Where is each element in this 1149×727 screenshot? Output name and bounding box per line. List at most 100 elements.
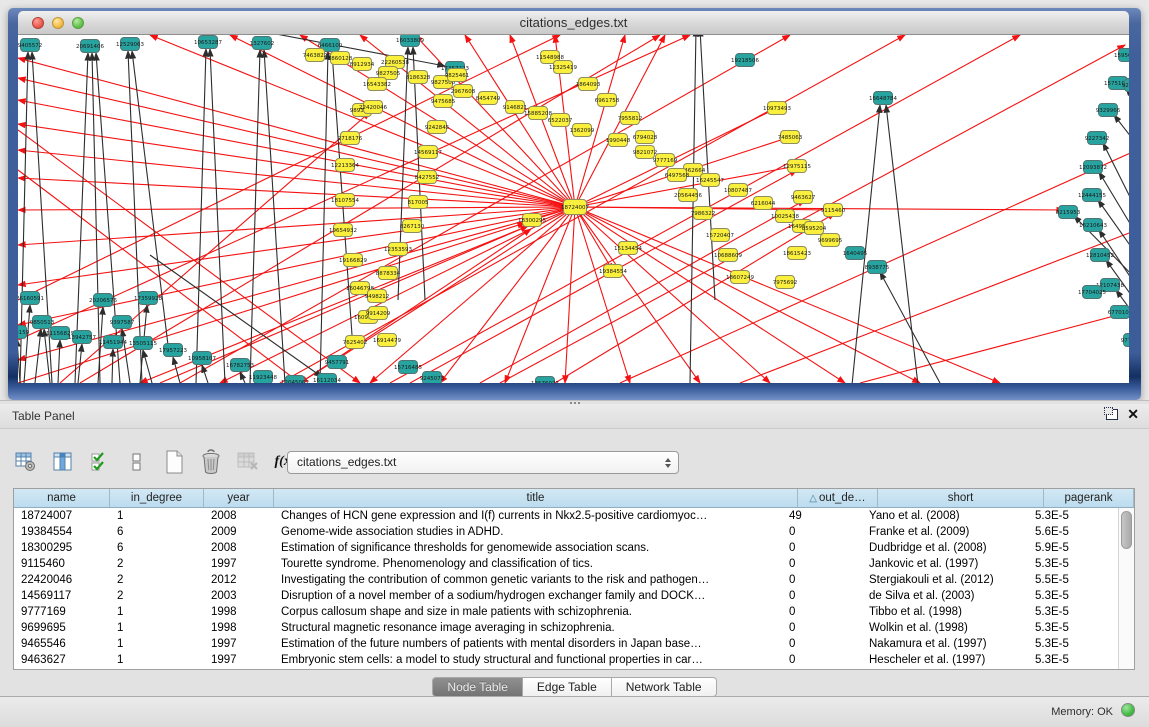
graph-node[interactable]: 12529063	[116, 38, 144, 51]
graph-node[interactable]: 1990448	[606, 134, 631, 147]
graph-node[interactable]: 17957223	[159, 344, 187, 357]
graph-node[interactable]: 15720407	[706, 229, 734, 242]
graph-node[interactable]: 13576077	[531, 377, 559, 384]
table-row[interactable]: 946362711997Embryonic stem cells: a mode…	[14, 652, 1118, 668]
column-header-pagerank[interactable]: pagerank	[1044, 489, 1134, 507]
graph-node[interactable]: 16112034	[313, 374, 341, 384]
graph-node[interactable]: 7463822	[303, 49, 328, 62]
graph-node[interactable]: 9850513	[30, 316, 55, 329]
tab-edge-table[interactable]: Edge Table	[523, 677, 612, 697]
graph-node[interactable]: 9914209	[366, 307, 391, 320]
graph-node[interactable]: 6216044	[751, 197, 776, 210]
column-header-out_de[interactable]: △out_de…	[798, 489, 878, 507]
graph-node[interactable]: 7975692	[773, 276, 798, 289]
graph-node[interactable]: 10688609	[714, 249, 742, 262]
graph-node[interactable]: 9475685	[431, 95, 456, 108]
graph-node[interactable]: 16210643	[1079, 219, 1107, 232]
table-row[interactable]: 1872400712008Changes of HCN gene express…	[14, 508, 1118, 524]
graph-node[interactable]: 15956062	[1114, 49, 1129, 62]
graph-node[interactable]: 19654932	[329, 224, 357, 237]
graph-node[interactable]: 20564456	[674, 189, 702, 202]
citation-network-graph[interactable]: 9405572206914061252906310653287132760264…	[18, 35, 1129, 383]
graph-node[interactable]: 26160591	[18, 292, 44, 305]
graph-node[interactable]: 12353593	[384, 243, 412, 256]
graph-node[interactable]: 12975115	[783, 160, 811, 173]
delete-rows-button[interactable]	[197, 448, 225, 476]
graph-node[interactable]: 1362099	[570, 124, 595, 137]
graph-node[interactable]: 9115460	[821, 204, 846, 217]
graph-node[interactable]: 15134454	[614, 242, 642, 255]
graph-node[interactable]: 9776095	[1121, 334, 1129, 347]
graph-node[interactable]: 8938775	[865, 261, 890, 274]
graph-node[interactable]: 8912934	[350, 58, 375, 71]
graph-node[interactable]: 18607249	[726, 271, 754, 284]
network-selector-dropdown[interactable]: citations_edges.txt	[287, 451, 679, 474]
graph-node[interactable]: 15716485	[394, 361, 422, 374]
graph-node[interactable]: 1327602	[250, 37, 275, 50]
column-header-year[interactable]: year	[204, 489, 274, 507]
graph-node[interactable]: 2967608	[451, 85, 476, 98]
column-header-in_degree[interactable]: in_degree	[110, 489, 204, 507]
tab-node-table[interactable]: Node Table	[432, 677, 523, 697]
graph-node[interactable]: 16543382	[363, 78, 391, 91]
graph-node[interactable]: 6497568	[665, 169, 690, 182]
column-visibility-button[interactable]	[49, 448, 77, 476]
select-all-rows-button[interactable]	[86, 448, 114, 476]
graph-node[interactable]: 8427552	[415, 171, 440, 184]
graph-node[interactable]: 8215953	[1056, 206, 1081, 219]
graph-node[interactable]: 9457791	[325, 356, 350, 369]
graph-node[interactable]: 9242845	[425, 121, 450, 134]
column-header-short[interactable]: short	[878, 489, 1044, 507]
graph-node[interactable]: 9825461	[445, 69, 470, 82]
graph-node[interactable]: 10653287	[194, 36, 222, 49]
graph-node[interactable]: 8595204	[802, 222, 827, 235]
graph-node[interactable]: 8186328	[406, 71, 431, 84]
graph-node[interactable]: 7485063	[778, 131, 803, 144]
scrollbar-thumb[interactable]	[1121, 511, 1132, 549]
graph-node[interactable]: 13942757	[68, 331, 96, 344]
graph-node[interactable]: 19166829	[339, 254, 367, 267]
graph-node[interactable]: 9227342	[1085, 132, 1110, 145]
graph-node[interactable]: 9329966	[1096, 104, 1121, 117]
graph-node[interactable]: 16648784	[869, 92, 897, 105]
graph-node[interactable]: 9699695	[818, 234, 843, 247]
graph-node[interactable]: 16914479	[373, 334, 401, 347]
graph-node[interactable]: 12444155	[1078, 189, 1106, 202]
graph-node[interactable]: 6770103	[1108, 306, 1129, 319]
graph-node[interactable]: 9777169	[653, 154, 678, 167]
graph-node[interactable]: 9463627	[791, 191, 816, 204]
vertical-scrollbar[interactable]	[1118, 508, 1134, 669]
graph-node[interactable]: 6961758	[595, 94, 620, 107]
table-settings-button[interactable]	[12, 448, 40, 476]
graph-node[interactable]: 7625402	[343, 336, 368, 349]
graph-node[interactable]: 8878334	[376, 267, 401, 280]
row-height-button[interactable]	[123, 448, 151, 476]
table-row[interactable]: 1938455462009Genome-wide association stu…	[14, 524, 1118, 540]
tab-network-table[interactable]: Network Table	[612, 677, 717, 697]
graph-node[interactable]: 817005	[408, 196, 429, 209]
delete-table-button[interactable]	[234, 448, 262, 476]
window-titlebar[interactable]: citations_edges.txt	[18, 11, 1129, 35]
graph-node[interactable]: 16033809	[396, 35, 424, 47]
graph-node[interactable]: 12045062	[281, 376, 309, 384]
graph-node[interactable]: 9397587	[110, 316, 135, 329]
graph-node[interactable]: 2718176	[338, 132, 363, 145]
graph-node[interactable]: 9405572	[18, 39, 42, 52]
graph-node[interactable]: 18724007	[561, 200, 589, 215]
graph-node[interactable]: 6522037	[548, 114, 573, 127]
table-row[interactable]: 977716911998Corpus callosum shape and si…	[14, 604, 1118, 620]
graph-node[interactable]: 14569117	[414, 146, 442, 159]
graph-node[interactable]: 9498212	[365, 290, 390, 303]
table-row[interactable]: 1830029562008Estimation of significance …	[14, 540, 1118, 556]
graph-node[interactable]: 11923448	[249, 371, 277, 384]
graph-node[interactable]: 9821072	[633, 146, 658, 159]
graph-node[interactable]: 12213364	[331, 159, 359, 172]
graph-node[interactable]: 12093872	[1079, 161, 1107, 174]
graph-node[interactable]: 18615423	[783, 247, 811, 260]
graph-node[interactable]: 9245073	[420, 372, 445, 384]
column-header-title[interactable]: title	[274, 489, 798, 507]
graph-node[interactable]: 17359928	[134, 292, 162, 305]
graph-node[interactable]: 12325419	[549, 61, 577, 74]
table-row[interactable]: 946554611997Estimation of the future num…	[14, 636, 1118, 652]
table-row[interactable]: 911546021997Tourette syndrome. Phenomeno…	[14, 556, 1118, 572]
